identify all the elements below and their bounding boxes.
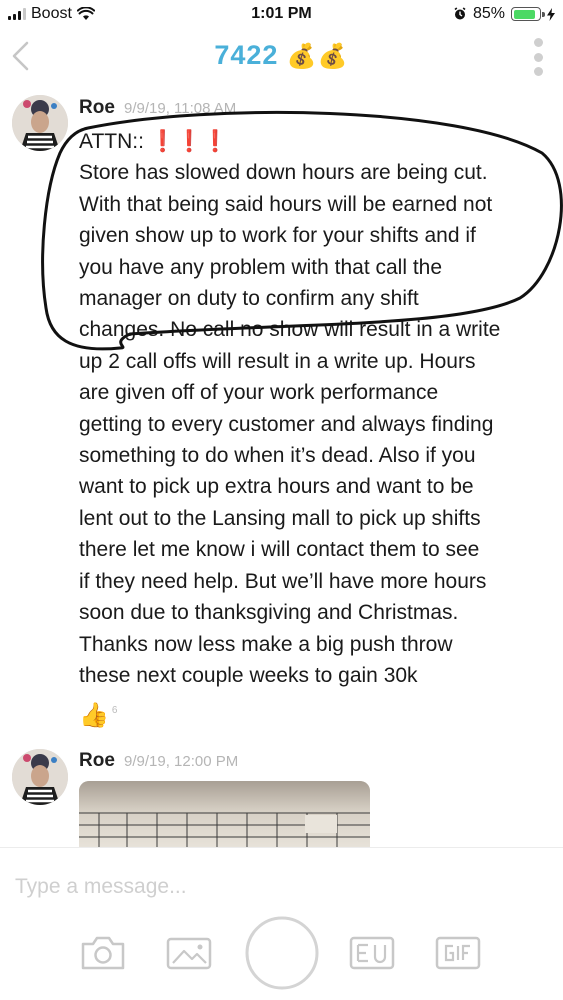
message-line: you have any problem with that call the (79, 255, 443, 279)
message-timestamp: 9/9/19, 12:00 PM (124, 753, 239, 770)
battery-percent: 85% (472, 5, 505, 22)
message-line: lent out to the Lansing mall to pick up … (79, 506, 481, 530)
money-bag-emoji: 💰💰 (286, 43, 349, 70)
alarm-icon (454, 7, 466, 20)
charging-bolt-icon (547, 7, 555, 21)
message-line: something to do when it’s dead. Also if … (79, 444, 476, 468)
message-line: if they need help. But we’ll have more h… (79, 569, 487, 593)
message-line: given show up to work for your shifts an… (79, 224, 476, 248)
message-line: are given off of your work performance (79, 381, 439, 405)
message-line: changes. No call no show will result in … (79, 318, 501, 342)
message-input[interactable] (15, 872, 545, 902)
message-line: there let me know i will contact them to… (79, 538, 480, 562)
thumbs-up-icon: 👍 (79, 702, 109, 729)
gallery-button[interactable] (165, 935, 213, 971)
message-line: want to pick up extra hours and want to … (79, 475, 474, 499)
battery-icon (511, 7, 545, 21)
message-line: getting to every customer and always fin… (79, 412, 494, 436)
message-line: Thanks now less make a big push throw (79, 632, 453, 656)
composer (0, 847, 563, 1000)
status-right: 85% (453, 5, 555, 23)
message-line: manager on duty to confirm any shift (79, 287, 419, 311)
camera-icon (81, 936, 125, 970)
avatar[interactable] (12, 95, 68, 151)
chat-title[interactable]: 7422 💰💰 (0, 40, 563, 71)
reaction-count: 6 (111, 705, 118, 716)
message-line: these next couple weeks to gain 30k (79, 663, 418, 687)
camera-button[interactable] (79, 935, 127, 971)
text-card-icon (349, 936, 395, 970)
gif-icon (435, 936, 481, 970)
text-card-button[interactable] (348, 935, 396, 971)
message-body: ATTN:: ❗❗❗ Store has slowed down hours a… (79, 126, 557, 691)
more-dots-icon[interactable] (531, 38, 545, 76)
avatar[interactable] (12, 749, 68, 805)
exclamation-icon: ❗❗❗ (149, 130, 229, 153)
message-timestamp: 9/9/19, 11:08 AM (124, 100, 237, 117)
shutter-ring-icon (245, 916, 319, 990)
battery-level (513, 9, 535, 19)
reaction[interactable]: 👍 6 (79, 703, 117, 729)
chat-title-text: 7422 (214, 40, 279, 70)
message-line: soon due to thanksgiving and Christmas. (79, 601, 459, 625)
shutter-button[interactable] (244, 915, 320, 991)
gif-button[interactable] (434, 935, 482, 971)
message-line: up 2 call offs will result in a write up… (79, 349, 476, 373)
photo-attachment[interactable] (79, 781, 370, 847)
gallery-icon (166, 937, 212, 970)
message-line: With that being said hours will be earne… (79, 192, 493, 216)
chat-header: 7422 💰💰 (0, 30, 563, 85)
message-line: Store has slowed down hours are being cu… (79, 161, 488, 185)
message-author: Roe (79, 750, 115, 771)
attn-label: ATTN:: (79, 130, 144, 153)
message-author: Roe (79, 97, 115, 118)
status-bar: Boost 1:01 PM 85% (0, 0, 563, 30)
